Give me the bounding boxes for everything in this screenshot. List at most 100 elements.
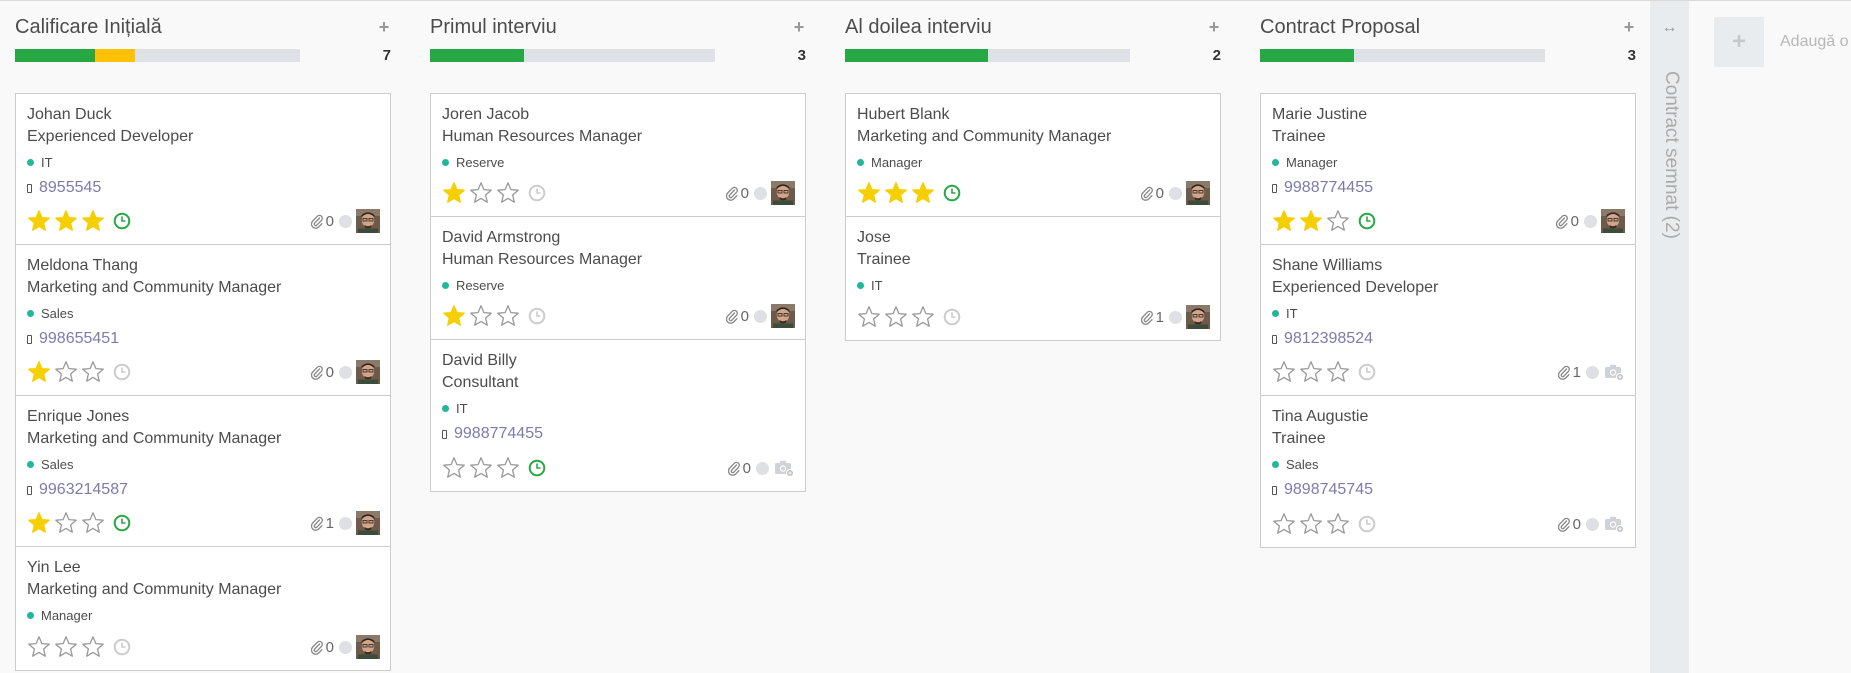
user-avatar[interactable]: [1601, 209, 1625, 233]
progress-segment-planned[interactable]: [845, 48, 988, 62]
user-avatar[interactable]: [356, 209, 380, 233]
applicant-card[interactable]: Hubert Blank Marketing and Community Mana…: [846, 94, 1220, 217]
progress-segment-planned[interactable]: [1260, 48, 1355, 62]
column-title[interactable]: Contract Proposal: [1260, 16, 1420, 39]
phone-link[interactable]: 998655451: [39, 330, 119, 348]
user-avatar[interactable]: [771, 181, 795, 205]
applicant-card[interactable]: David Billy Consultant IT 9988774455 0: [431, 340, 805, 491]
kanban-state-dot[interactable]: [754, 309, 767, 323]
column-title[interactable]: Al doilea interviu: [845, 16, 992, 39]
priority-star-icon[interactable]: [442, 181, 466, 205]
applicant-card[interactable]: Enrique Jones Marketing and Community Man…: [16, 396, 390, 547]
priority-star-icon[interactable]: [1299, 209, 1323, 233]
user-avatar[interactable]: [1186, 305, 1210, 329]
phone-link[interactable]: 9988774455: [1284, 179, 1373, 197]
priority-star-icon[interactable]: [81, 209, 105, 233]
quick-create-plus-icon[interactable]: +: [1622, 17, 1636, 38]
phone-link[interactable]: 9988774455: [454, 425, 543, 443]
priority-star-icon[interactable]: [1272, 209, 1296, 233]
priority-star-icon[interactable]: [496, 181, 520, 205]
folded-column-label[interactable]: Contract semnat (2): [1660, 71, 1682, 239]
kanban-state-dot[interactable]: [339, 640, 352, 654]
priority-star-icon[interactable]: [884, 305, 908, 329]
priority-star-icon[interactable]: [81, 635, 105, 659]
column-title[interactable]: Primul interviu: [430, 16, 557, 39]
phone-link[interactable]: 9812398524: [1284, 330, 1373, 348]
priority-star-icon[interactable]: [27, 511, 51, 535]
activity-clock-icon[interactable]: [528, 184, 546, 202]
applicant-card[interactable]: Shane Williams Experienced Developer IT 981…: [1261, 245, 1635, 396]
phone-link[interactable]: 9963214587: [39, 481, 128, 499]
priority-star-icon[interactable]: [884, 181, 908, 205]
applicant-card[interactable]: Jose Trainee IT 1: [846, 217, 1220, 340]
add-column-button[interactable]: +: [1714, 17, 1764, 67]
activity-clock-icon[interactable]: [528, 459, 546, 477]
applicant-card[interactable]: Johan Duck Experienced Developer IT 8955545…: [16, 94, 390, 245]
priority-star-icon[interactable]: [54, 511, 78, 535]
priority-star-icon[interactable]: [27, 360, 51, 384]
phone-link[interactable]: 9898745745: [1284, 481, 1373, 499]
priority-star-icon[interactable]: [1272, 360, 1296, 384]
applicant-card[interactable]: Tina Augustie Trainee Sales 9898745745 0: [1261, 396, 1635, 547]
applicant-card[interactable]: David Armstrong Human Resources Manager Re…: [431, 217, 805, 340]
kanban-state-dot[interactable]: [756, 461, 769, 475]
priority-star-icon[interactable]: [469, 456, 493, 480]
folded-column-contract-signed[interactable]: ↔ Contract semnat (2): [1650, 1, 1689, 673]
priority-star-icon[interactable]: [1272, 512, 1296, 536]
priority-star-icon[interactable]: [27, 635, 51, 659]
applicant-card[interactable]: Yin Lee Marketing and Community Manager Ma…: [16, 547, 390, 670]
kanban-state-dot[interactable]: [1584, 214, 1597, 228]
priority-star-icon[interactable]: [1299, 512, 1323, 536]
user-avatar[interactable]: [356, 635, 380, 659]
kanban-state-dot[interactable]: [1586, 365, 1599, 379]
user-avatar[interactable]: [356, 511, 380, 535]
activity-clock-icon[interactable]: [113, 514, 131, 532]
progress-bar[interactable]: [430, 48, 715, 62]
user-avatar[interactable]: [771, 304, 795, 328]
priority-star-icon[interactable]: [857, 305, 881, 329]
priority-star-icon[interactable]: [54, 635, 78, 659]
expand-arrows-icon[interactable]: ↔: [1650, 19, 1689, 37]
priority-star-icon[interactable]: [54, 209, 78, 233]
progress-bar[interactable]: [1260, 48, 1545, 62]
priority-star-icon[interactable]: [496, 456, 520, 480]
priority-star-icon[interactable]: [496, 304, 520, 328]
camera-placeholder-icon[interactable]: [1603, 513, 1625, 535]
priority-star-icon[interactable]: [911, 305, 935, 329]
priority-star-icon[interactable]: [442, 456, 466, 480]
activity-clock-icon[interactable]: [113, 638, 131, 656]
kanban-state-dot[interactable]: [754, 186, 767, 200]
activity-clock-icon[interactable]: [1358, 212, 1376, 230]
user-avatar[interactable]: [356, 360, 380, 384]
kanban-state-dot[interactable]: [1169, 310, 1182, 324]
priority-star-icon[interactable]: [1326, 360, 1350, 384]
progress-segment-planned[interactable]: [430, 48, 525, 62]
applicant-card[interactable]: Meldona Thang Marketing and Community Man…: [16, 245, 390, 396]
activity-clock-icon[interactable]: [113, 363, 131, 381]
priority-star-icon[interactable]: [469, 181, 493, 205]
activity-clock-icon[interactable]: [113, 212, 131, 230]
priority-star-icon[interactable]: [81, 511, 105, 535]
priority-star-icon[interactable]: [911, 181, 935, 205]
priority-star-icon[interactable]: [469, 304, 493, 328]
applicant-card[interactable]: Joren Jacob Human Resources Manager Reserv…: [431, 94, 805, 217]
kanban-state-dot[interactable]: [339, 516, 352, 530]
activity-clock-icon[interactable]: [943, 308, 961, 326]
progress-bar[interactable]: [15, 48, 300, 62]
quick-create-plus-icon[interactable]: +: [377, 17, 391, 38]
priority-star-icon[interactable]: [442, 304, 466, 328]
activity-clock-icon[interactable]: [1358, 515, 1376, 533]
priority-star-icon[interactable]: [27, 209, 51, 233]
add-column[interactable]: + Adaugă o coloană: [1714, 17, 1851, 67]
user-avatar[interactable]: [1186, 181, 1210, 205]
quick-create-plus-icon[interactable]: +: [792, 17, 806, 38]
priority-star-icon[interactable]: [1326, 512, 1350, 536]
priority-star-icon[interactable]: [1299, 360, 1323, 384]
activity-clock-icon[interactable]: [1358, 363, 1376, 381]
kanban-state-dot[interactable]: [339, 365, 352, 379]
progress-bar[interactable]: [845, 48, 1130, 62]
add-column-label[interactable]: Adaugă o coloană: [1780, 33, 1851, 51]
priority-star-icon[interactable]: [54, 360, 78, 384]
priority-star-icon[interactable]: [857, 181, 881, 205]
kanban-state-dot[interactable]: [1586, 517, 1599, 531]
